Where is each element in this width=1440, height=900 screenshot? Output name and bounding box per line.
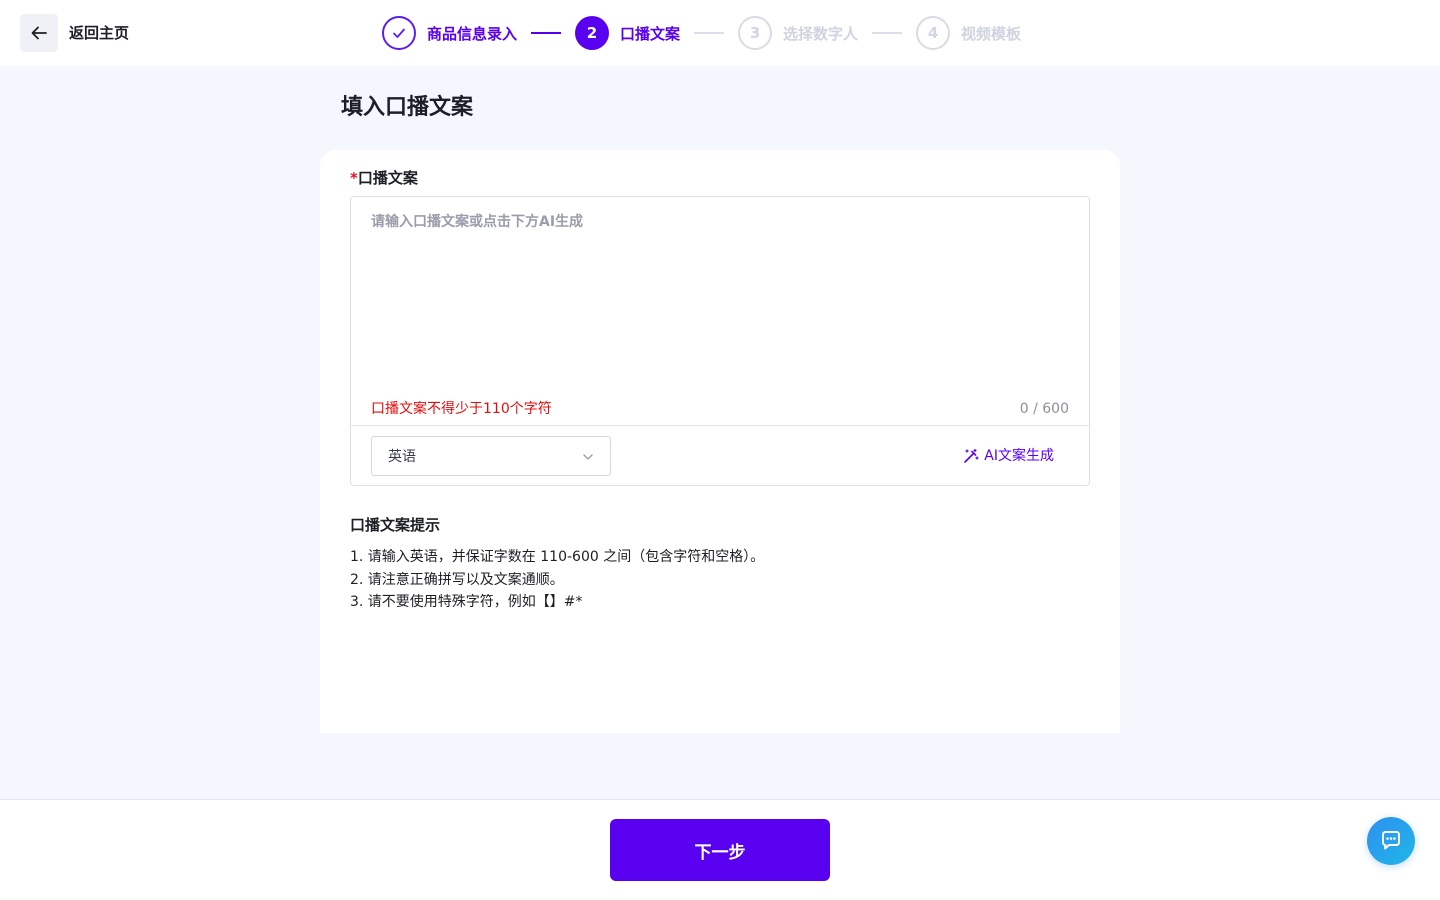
step-1-circle <box>382 16 416 50</box>
next-step-button[interactable]: 下一步 <box>610 819 830 881</box>
step-digital-human: 3 选择数字人 <box>738 16 858 50</box>
tip-item: 1. 请输入英语，并保证字数在 110-600 之间（包含字符和空格）。 <box>350 549 765 565</box>
magic-wand-icon <box>964 448 979 463</box>
step-4-label: 视频模板 <box>961 24 1022 43</box>
step-script: 2 口播文案 <box>575 16 680 50</box>
step-1-label: 商品信息录入 <box>427 24 518 43</box>
check-icon <box>393 28 405 38</box>
ai-generate-label: AI文案生成 <box>984 448 1054 464</box>
script-textarea[interactable] <box>351 197 1089 392</box>
script-error-message: 口播文案不得少于110个字符 <box>371 401 552 417</box>
language-select-value: 英语 <box>388 449 416 465</box>
step-connector <box>872 32 903 34</box>
footer-bar: 下一步 <box>0 799 1440 900</box>
chat-bubble-icon <box>1382 831 1400 850</box>
step-video-template: 4 视频模板 <box>916 16 1021 50</box>
step-connector <box>531 32 562 34</box>
required-mark: * <box>350 169 358 187</box>
language-select[interactable]: 英语 <box>371 436 611 476</box>
chevron-down-icon <box>583 454 593 460</box>
step-2-label: 口播文案 <box>620 24 681 43</box>
step-2-number: 2 <box>575 16 610 50</box>
step-connector <box>694 32 725 34</box>
tip-item: 3. 请不要使用特殊字符，例如【】#* <box>350 594 583 610</box>
arrow-left-icon <box>31 26 47 40</box>
editor-divider <box>351 425 1089 426</box>
ai-generate-button[interactable]: AI文案生成 <box>963 445 1054 467</box>
script-editor: 口播文案不得少于110个字符 0 / 600 英语 AI文案生成 <box>350 196 1090 486</box>
char-counter: 0 / 600 <box>1019 401 1069 417</box>
chat-support-button[interactable] <box>1367 817 1415 865</box>
progress-steps: 商品信息录入 2 口播文案 3 选择数字人 4 视频模板 <box>382 16 1021 50</box>
script-label-text: 口播文案 <box>357 169 418 187</box>
step-3-number: 3 <box>738 16 773 50</box>
top-bar: 返回主页 商品信息录入 2 口播文案 3 选择数字人 4 视频模板 <box>0 0 1440 66</box>
step-product-info: 商品信息录入 <box>382 16 517 50</box>
tips-list: 1. 请输入英语，并保证字数在 110-600 之间（包含字符和空格）。 2. … <box>350 546 764 614</box>
step-3-label: 选择数字人 <box>783 24 859 43</box>
back-button[interactable] <box>20 14 58 52</box>
step-4-number: 4 <box>916 16 951 50</box>
tip-item: 2. 请注意正确拼写以及文案通顺。 <box>350 571 564 588</box>
back-home-link[interactable]: 返回主页 <box>69 22 129 44</box>
tips-title: 口播文案提示 <box>350 516 441 534</box>
page-title: 填入口播文案 <box>341 95 474 120</box>
script-form-card: *口播文案 口播文案不得少于110个字符 0 / 600 英语 AI文案生成 口… <box>320 150 1120 733</box>
script-field-label: *口播文案 <box>350 168 418 188</box>
